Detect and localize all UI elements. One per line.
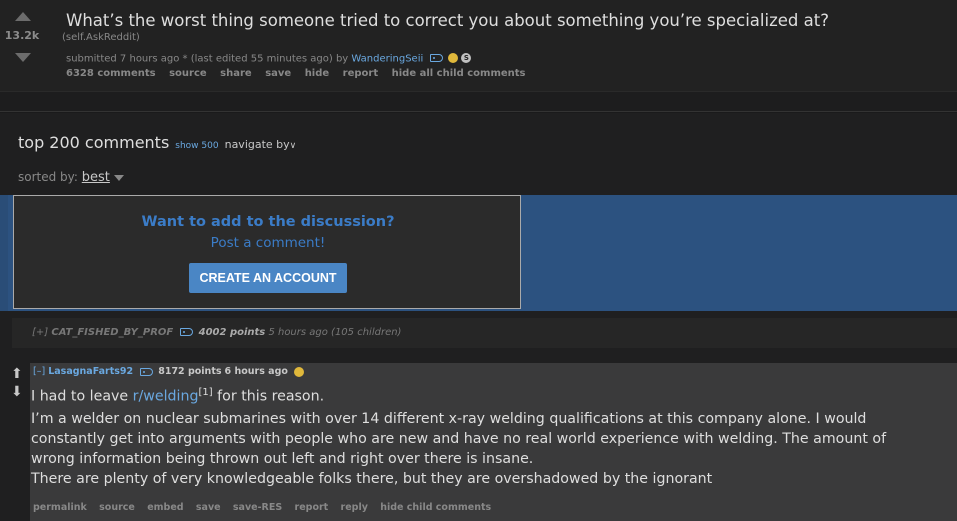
- tag-icon: [140, 367, 154, 376]
- navigate-by-dropdown[interactable]: navigate by∨: [225, 138, 297, 151]
- hide-all-child-comments-link[interactable]: hide all child comments: [392, 68, 526, 79]
- signup-box: Want to add to the discussion? Post a co…: [13, 195, 521, 309]
- separator-bar: [0, 92, 957, 112]
- author-flair-icons: S: [430, 53, 472, 64]
- post-author-link[interactable]: WanderingSeii: [351, 54, 423, 65]
- permalink-link[interactable]: permalink: [33, 502, 87, 513]
- comment-source-link[interactable]: source: [99, 502, 135, 513]
- save-res-link[interactable]: save-RES: [233, 502, 282, 513]
- comment-buttons: permalink source embed save save-RES rep…: [33, 502, 500, 513]
- comment-report-link[interactable]: report: [295, 502, 329, 513]
- comment-text: for this reason.: [212, 388, 325, 405]
- reply-link[interactable]: reply: [341, 502, 368, 513]
- save-link[interactable]: save: [265, 68, 291, 79]
- comment-body: [–] LasagnaFarts92 8172 points 6 hours a…: [30, 363, 957, 521]
- sort-caret-icon[interactable]: [113, 174, 124, 181]
- comment-paragraph-2: I’m a welder on nuclear submarines with …: [31, 411, 887, 467]
- hide-link[interactable]: hide: [305, 68, 330, 79]
- subreddit-link[interactable]: r/welding: [133, 389, 199, 405]
- post-tagline: submitted 7 hours ago * (last edited 55 …: [66, 53, 472, 65]
- comments-title: top 200 comments: [18, 133, 170, 152]
- sort-dropdown[interactable]: best: [82, 170, 110, 185]
- post-score: 13.2k: [4, 29, 40, 42]
- tag-icon: [430, 54, 444, 62]
- navigate-by-label: navigate by: [224, 138, 290, 151]
- comment-paragraph-3: There are plenty of very knowledgeable f…: [31, 471, 713, 487]
- report-link[interactable]: report: [343, 68, 378, 79]
- comment-upvote-arrow-icon[interactable]: ⬆: [11, 367, 23, 381]
- post-header: 13.2k What’s the worst thing someone tri…: [0, 0, 957, 92]
- post-buttons: 6328 comments source share save hide rep…: [66, 68, 536, 79]
- comment-save-link[interactable]: save: [196, 502, 221, 513]
- collapsed-meta: 5 hours ago (105 children): [268, 327, 402, 338]
- comment-tagline: [–] LasagnaFarts92 8172 points 6 hours a…: [33, 366, 307, 377]
- expand-button[interactable]: [+]: [32, 327, 48, 338]
- collapsed-comment: [+] CAT_FISHED_BY_PROF 4002 points 5 hou…: [12, 318, 957, 348]
- post-domain[interactable]: (self.AskReddit): [62, 32, 140, 43]
- post-submitted-text: submitted 7 hours ago * (last edited 55 …: [66, 53, 349, 65]
- create-account-button[interactable]: CREATE AN ACCOUNT: [189, 263, 347, 293]
- post-vote-column: 13.2k: [0, 0, 44, 92]
- sort-selector: sorted by: best: [18, 170, 124, 185]
- embed-link[interactable]: embed: [147, 502, 183, 513]
- comment-vote-column: ⬆ ⬇: [10, 367, 26, 401]
- post-comment-link[interactable]: Post a comment!: [14, 235, 522, 251]
- signup-question: Want to add to the discussion?: [141, 214, 395, 230]
- footnote-ref[interactable]: [1]: [199, 387, 213, 398]
- medal-icon: [293, 366, 304, 377]
- comment-text: I had to leave: [31, 388, 133, 405]
- comment-downvote-arrow-icon[interactable]: ⬇: [11, 385, 23, 399]
- navigate-chevron-icon: ∨: [289, 141, 297, 151]
- comment-time: 6 hours ago: [224, 366, 288, 377]
- share-link[interactable]: share: [220, 68, 252, 79]
- comment-area: top 200 comments show 500 navigate by∨ sor…: [0, 113, 957, 521]
- collapse-button[interactable]: [–]: [33, 366, 45, 377]
- post-title[interactable]: What’s the worst thing someone tried to …: [66, 11, 829, 30]
- collapsed-comment-tagline: [+] CAT_FISHED_BY_PROF 4002 points 5 hou…: [32, 327, 401, 338]
- tag-icon: [180, 328, 194, 336]
- comment-author-link[interactable]: LasagnaFarts92: [48, 366, 133, 377]
- comments-header: top 200 comments show 500 navigate by∨: [18, 133, 296, 152]
- medal-icon: [448, 53, 459, 63]
- comment-paragraph-1: I had to leave r/welding[1] for this rea…: [31, 383, 891, 407]
- downvote-arrow-icon[interactable]: [15, 53, 31, 62]
- collapsed-points: 4002 points: [198, 327, 266, 338]
- hide-child-comments-link[interactable]: hide child comments: [380, 502, 491, 513]
- comments-count-link[interactable]: 6328 comments: [66, 68, 156, 79]
- coin-icon: S: [461, 53, 472, 63]
- comment: ⬆ ⬇ [–] LasagnaFarts92 8172 points 6 hou…: [0, 353, 957, 521]
- source-link[interactable]: source: [169, 68, 207, 79]
- upvote-arrow-icon[interactable]: [15, 12, 31, 21]
- banner-left-strip: [0, 195, 8, 311]
- comment-points: 8172 points: [158, 366, 222, 377]
- collapsed-author-link[interactable]: CAT_FISHED_BY_PROF: [51, 327, 173, 338]
- sorted-by-label: sorted by:: [18, 170, 78, 184]
- signup-banner: Want to add to the discussion? Post a co…: [0, 195, 957, 311]
- show-500-link[interactable]: show 500: [175, 141, 218, 151]
